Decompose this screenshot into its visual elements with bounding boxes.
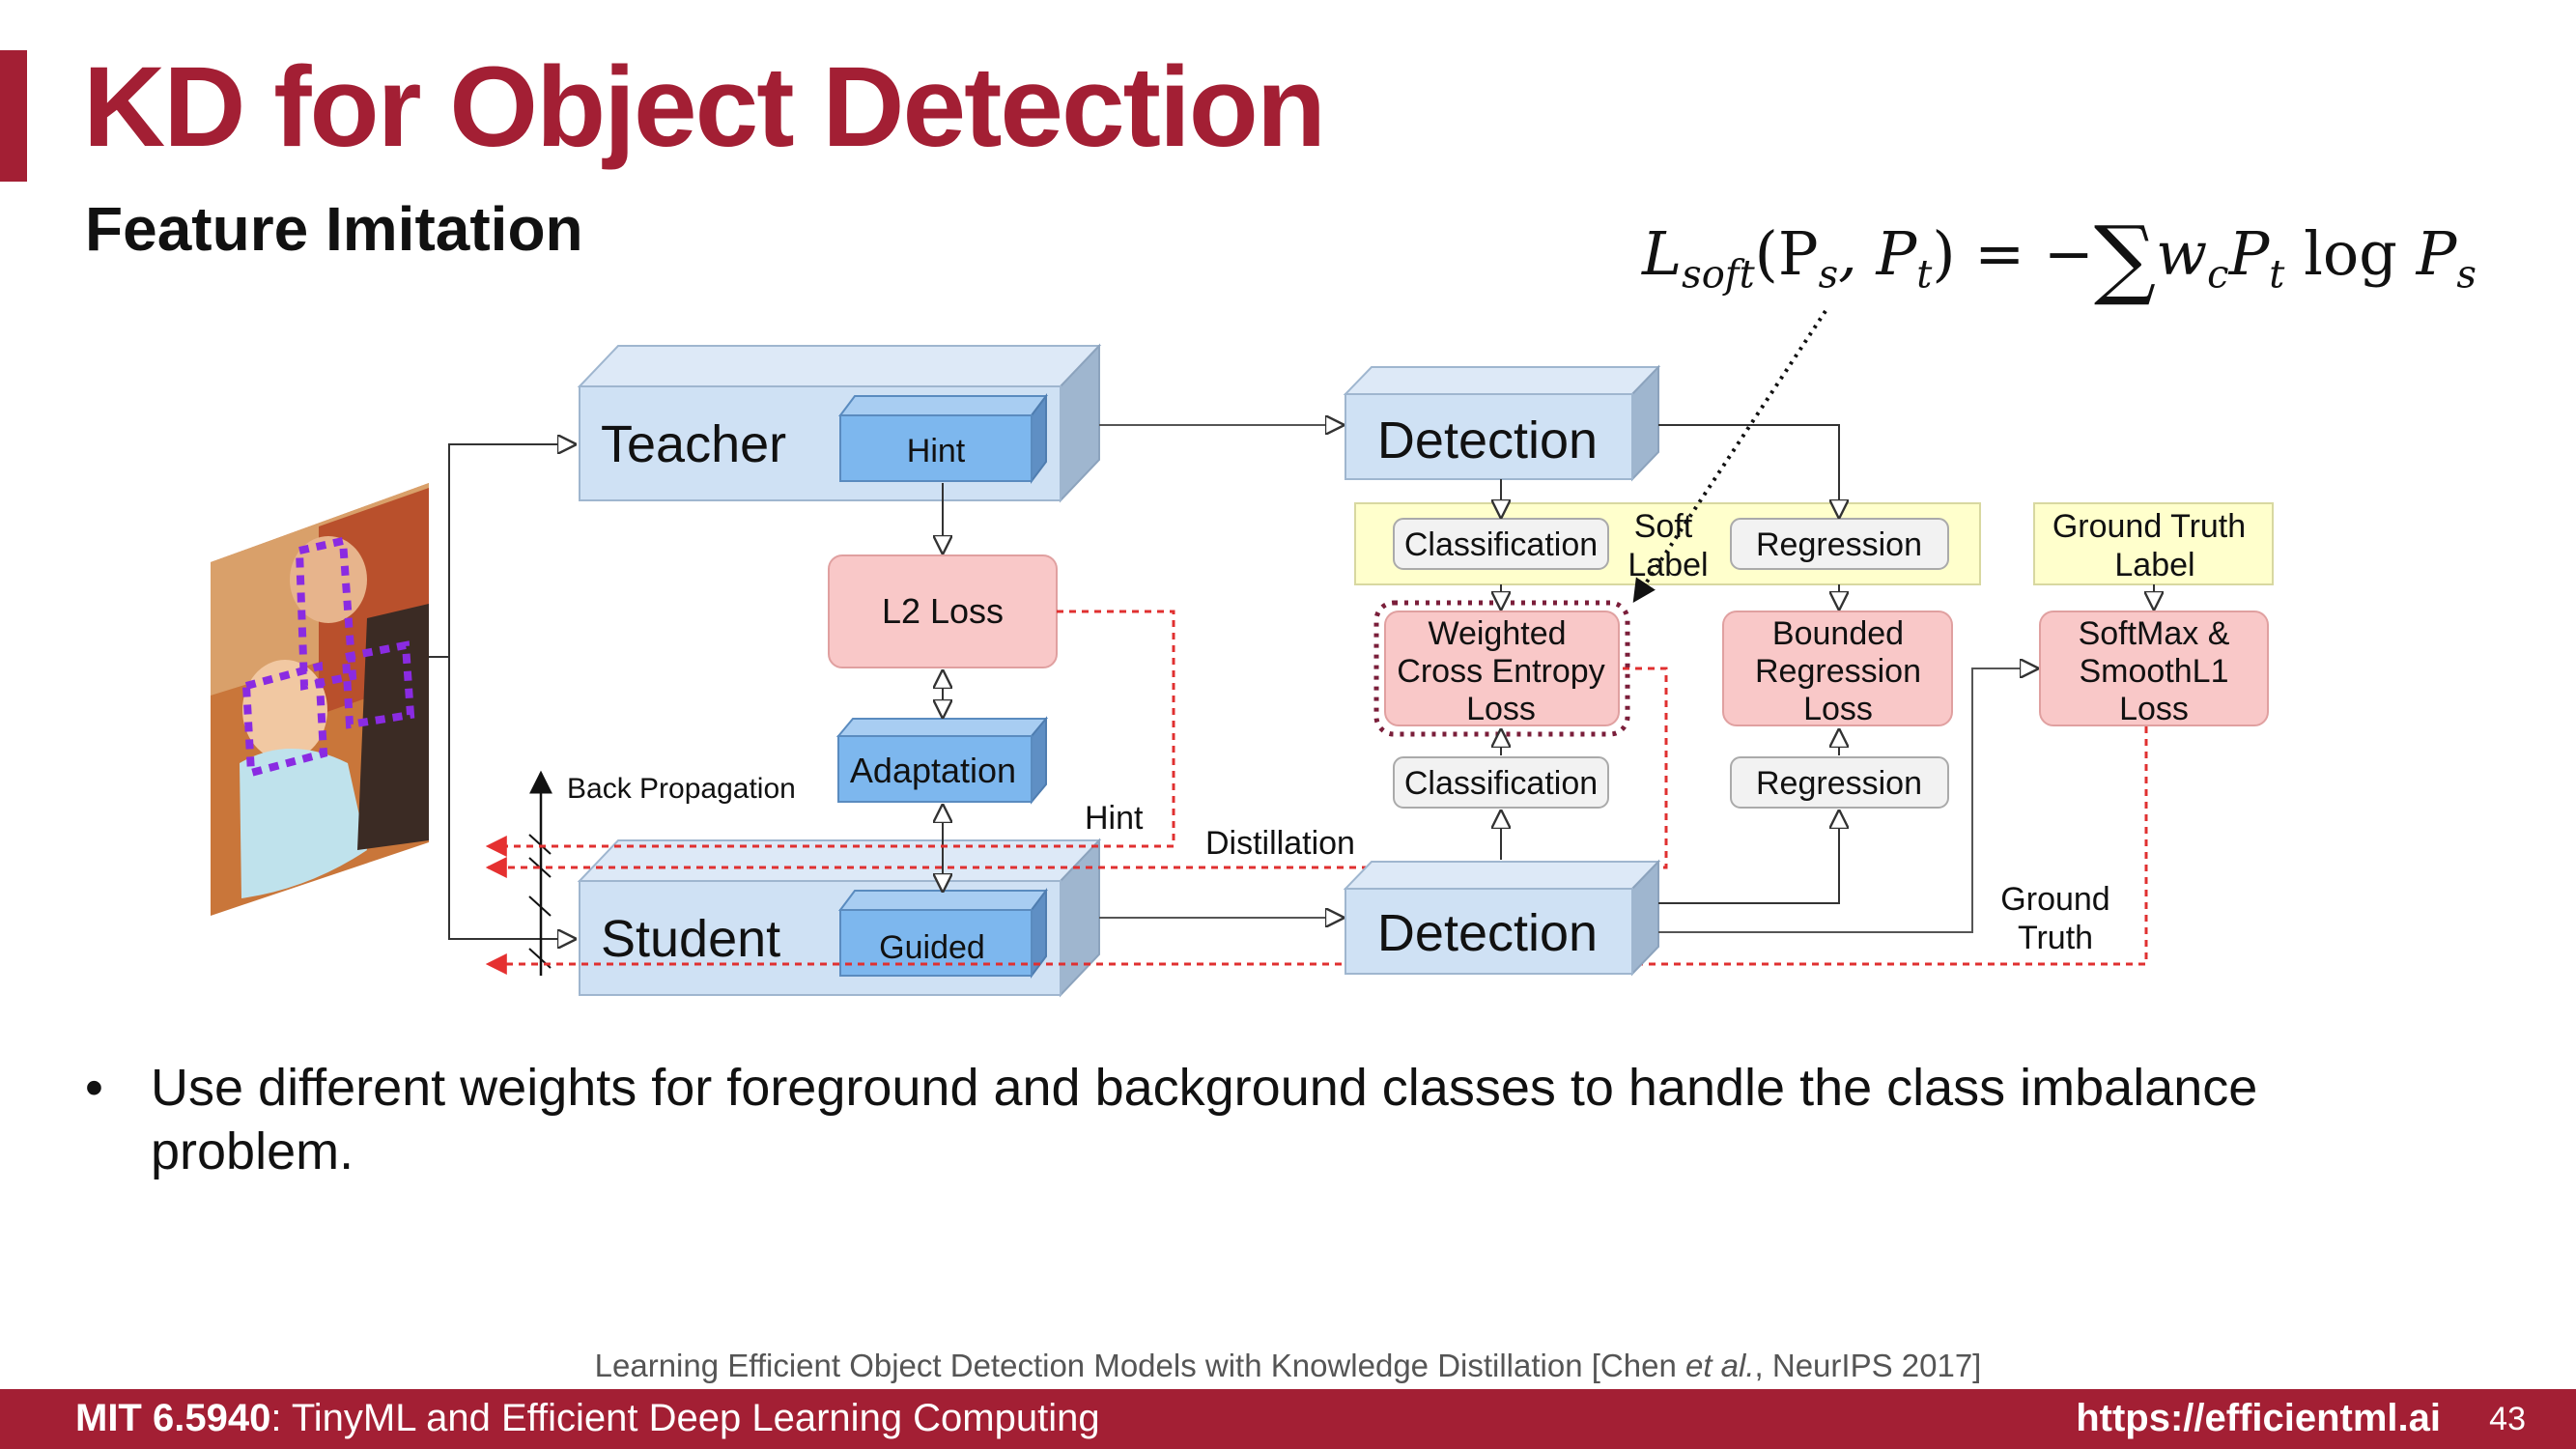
bounded-regression-line3: Loss xyxy=(1803,691,1873,727)
bullet-text: Use different weights for foreground and… xyxy=(151,1059,2258,1180)
weighted-ce-line2: Cross Entropy xyxy=(1397,653,1604,690)
hint-label: Hint xyxy=(1085,800,1144,837)
weighted-ce-line1: Weighted xyxy=(1428,615,1566,652)
student-guided-label: Guided xyxy=(879,929,985,966)
footer-bar: MIT 6.5940: TinyML and Efficient Deep Le… xyxy=(0,1389,2576,1449)
detection-top-label: Detection xyxy=(1377,412,1598,469)
detection-bottom-label: Detection xyxy=(1377,904,1598,962)
bounded-regression-line2: Regression xyxy=(1755,653,1921,690)
ground-truth-label-line2: Label xyxy=(2114,547,2194,583)
regression-top-label: Regression xyxy=(1756,526,1922,563)
classification-bottom-label: Classification xyxy=(1404,765,1598,802)
weighted-ce-line3: Loss xyxy=(1466,691,1536,727)
bullet-dot: • xyxy=(85,1059,103,1117)
soft-label-line1: Soft xyxy=(1634,508,1693,545)
softmax-smoothl1-line3: Loss xyxy=(2119,691,2189,727)
ground-truth-line2: Truth xyxy=(2018,920,2093,956)
bounded-regression-line1: Bounded xyxy=(1772,615,1904,652)
classification-top-label: Classification xyxy=(1404,526,1598,563)
ground-truth-line1: Ground xyxy=(2000,881,2109,918)
page-number: 43 xyxy=(2489,1401,2526,1437)
softmax-smoothl1-line1: SoftMax & xyxy=(2079,615,2230,652)
citation: Learning Efficient Object Detection Mode… xyxy=(594,1348,1982,1383)
teacher-hint-label: Hint xyxy=(907,433,966,469)
back-propagation-label: Back Propagation xyxy=(567,773,796,805)
input-photo xyxy=(211,483,429,916)
regression-bottom-label: Regression xyxy=(1756,765,1922,802)
teacher-label: Teacher xyxy=(601,415,786,473)
distillation-label: Distillation xyxy=(1205,825,1355,862)
footer-url[interactable]: https://efficientml.ai xyxy=(2076,1397,2441,1440)
adaptation-label: Adaptation xyxy=(850,751,1016,790)
softmax-smoothl1-line2: SmoothL1 xyxy=(2080,653,2229,690)
l2-loss-label: L2 Loss xyxy=(882,591,1004,631)
student-label: Student xyxy=(601,910,780,968)
footer-course: MIT 6.5940: TinyML and Efficient Deep Le… xyxy=(75,1397,1100,1439)
ground-truth-label-line1: Ground Truth xyxy=(2052,508,2246,545)
